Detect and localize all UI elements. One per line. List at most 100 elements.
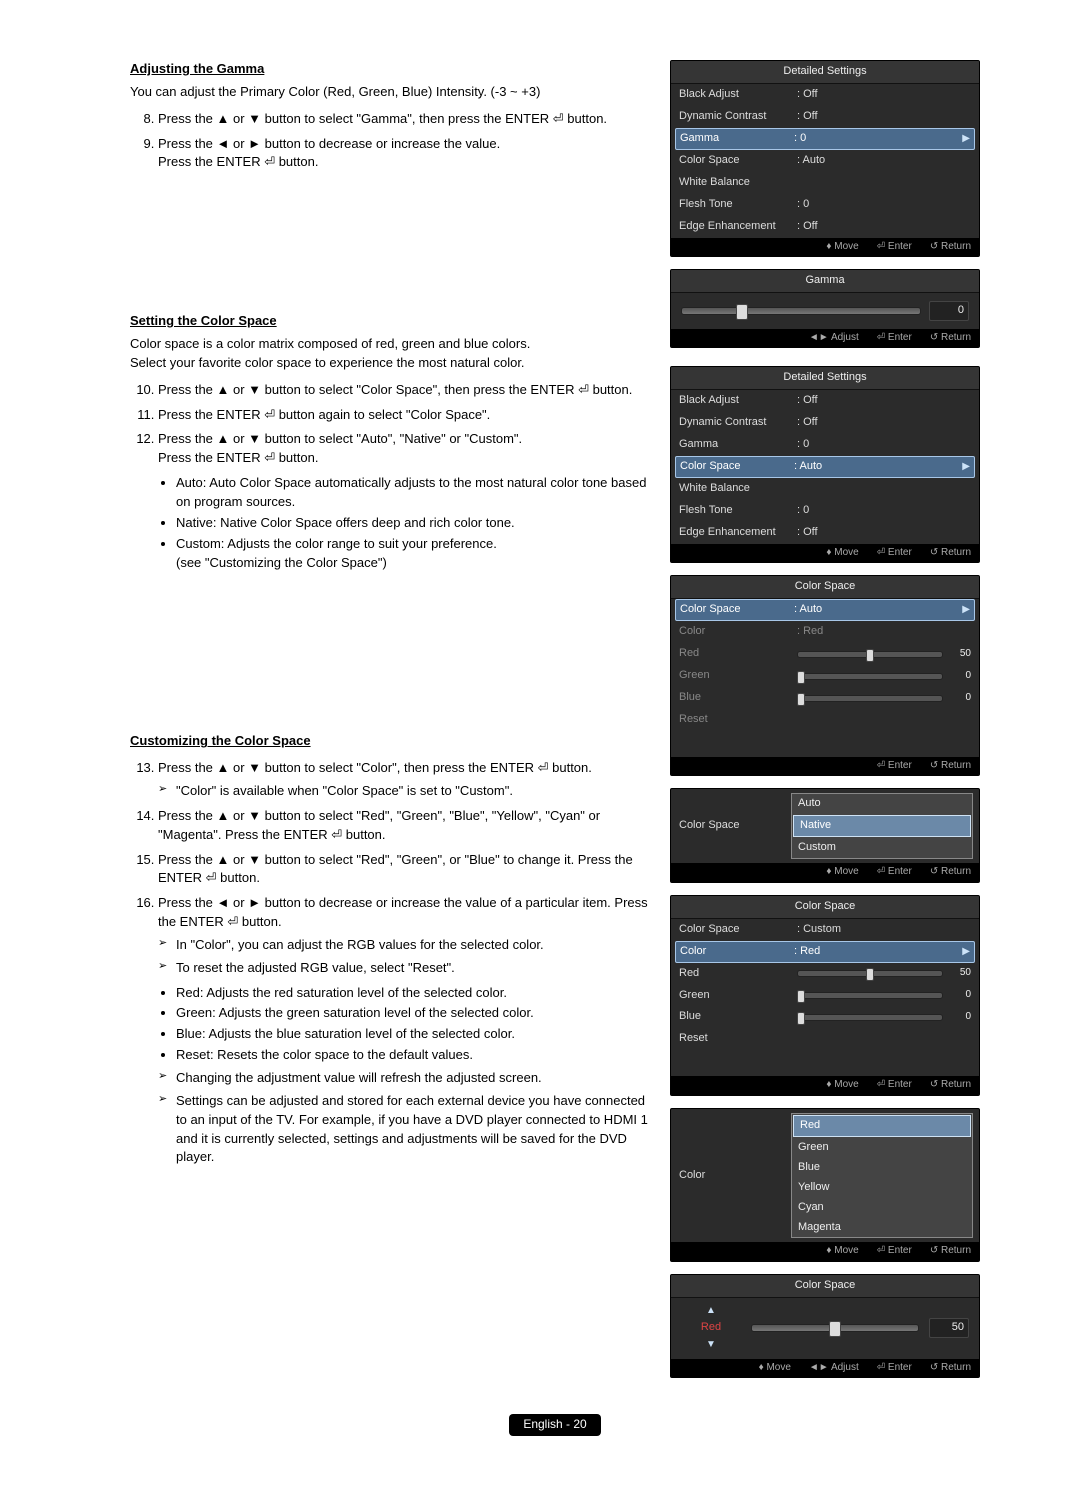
- red-slider: [797, 651, 943, 658]
- chevron-down-icon[interactable]: ▼: [706, 1338, 716, 1353]
- bullet-reset: Reset: Resets the color space to the def…: [176, 1047, 473, 1062]
- row-color[interactable]: Color : Red ▶: [675, 941, 975, 963]
- move-hint: Move: [826, 865, 858, 880]
- section-2-title: Setting the Color Space: [130, 312, 652, 331]
- return-hint: Return: [930, 546, 971, 561]
- enter-hint: Enter: [877, 865, 912, 880]
- osd-colorspace-dropdown: Color Space Auto Native Custom Move Ente…: [670, 788, 980, 882]
- chevron-right-icon: ▶: [962, 460, 970, 475]
- section-3-title: Customizing the Color Space: [130, 732, 652, 751]
- chevron-up-icon[interactable]: ▲: [706, 1304, 716, 1319]
- section-2-d1: Color space is a color matrix composed o…: [130, 335, 652, 354]
- return-hint: Return: [930, 759, 971, 774]
- move-hint: Move: [826, 546, 858, 561]
- red-slider[interactable]: [751, 1324, 919, 1332]
- bullet-custom2: (see "Customizing the Color Space"): [176, 555, 387, 570]
- section-1-steps: Press the ▲ or ▼ button to select "Gamma…: [130, 110, 652, 173]
- step-9a: Press the ◄ or ► button to decrease or i…: [158, 136, 500, 151]
- osd-title: Color Space: [671, 576, 979, 599]
- return-hint: Return: [930, 1078, 971, 1093]
- step-9b: Press the ENTER ⏎ button.: [158, 154, 318, 169]
- note-13: "Color" is available when "Color Space" …: [176, 782, 652, 801]
- bullet-auto: Auto: Auto Color Space automatically adj…: [176, 475, 646, 509]
- osd-title: Color Space: [671, 896, 979, 919]
- enter-hint: Enter: [877, 546, 912, 561]
- opt-blue[interactable]: Blue: [792, 1158, 972, 1178]
- gamma-slider[interactable]: [681, 307, 921, 315]
- return-hint: Return: [930, 1361, 971, 1376]
- bullet-green: Green: Adjusts the green saturation leve…: [176, 1005, 534, 1020]
- step-8: Press the ▲ or ▼ button to select "Gamma…: [158, 111, 607, 126]
- enter-hint: Enter: [877, 1361, 912, 1376]
- osd-title: Detailed Settings: [671, 367, 979, 390]
- blue-slider: [797, 695, 943, 702]
- osd-gamma-slider: Gamma 0 Adjust Enter Return: [670, 269, 980, 348]
- row-colorspace[interactable]: Color Space : Auto ▶: [675, 599, 975, 621]
- return-hint: Return: [930, 1244, 971, 1259]
- note-16a: In "Color", you can adjust the RGB value…: [176, 936, 652, 955]
- adjust-hint: Adjust: [809, 331, 859, 346]
- adjust-hint: Adjust: [809, 1361, 859, 1376]
- green-slider[interactable]: [797, 992, 943, 999]
- dropdown-list[interactable]: Red Green Blue Yellow Cyan Magenta: [791, 1113, 973, 1239]
- step-10: Press the ▲ or ▼ button to select "Color…: [158, 382, 632, 397]
- gamma-value: 0: [929, 301, 969, 321]
- move-hint: Move: [826, 1244, 858, 1259]
- note-d: Settings can be adjusted and stored for …: [176, 1092, 652, 1167]
- step-16: Press the ◄ or ► button to decrease or i…: [158, 895, 648, 929]
- bullet-red: Red: Adjusts the red saturation level of…: [176, 985, 507, 1000]
- return-hint: Return: [930, 240, 971, 255]
- section-3-steps: Press the ▲ or ▼ button to select "Color…: [130, 759, 652, 1167]
- step-15: Press the ▲ or ▼ button to select "Red",…: [158, 852, 633, 886]
- dropdown-label: Color Space: [671, 789, 791, 863]
- page-number: English - 20: [509, 1414, 600, 1435]
- step-12b: Press the ENTER ⏎ button.: [158, 450, 318, 465]
- opt-yellow[interactable]: Yellow: [792, 1178, 972, 1198]
- blue-slider[interactable]: [797, 1014, 943, 1021]
- chevron-right-icon: ▶: [962, 944, 970, 959]
- slider-thumb[interactable]: [829, 1321, 841, 1337]
- bullet-custom1: Custom: Adjusts the color range to suit …: [176, 536, 497, 551]
- osd-title: Detailed Settings: [671, 61, 979, 84]
- enter-hint: Enter: [877, 1078, 912, 1093]
- move-hint: Move: [826, 1078, 858, 1093]
- page-footer: English - 20: [130, 1414, 980, 1435]
- dropdown-label: Color: [671, 1109, 791, 1243]
- move-hint: Move: [826, 240, 858, 255]
- step-11: Press the ENTER ⏎ button again to select…: [158, 407, 490, 422]
- red-value: 50: [929, 1318, 969, 1338]
- row-gamma[interactable]: Gamma : 0 ▶: [675, 128, 975, 150]
- section-1-desc: You can adjust the Primary Color (Red, G…: [130, 83, 652, 102]
- bullet-native: Native: Native Color Space offers deep a…: [176, 515, 515, 530]
- opt-auto[interactable]: Auto: [792, 794, 972, 814]
- enter-hint: Enter: [877, 331, 912, 346]
- osd-color-dropdown: Color Red Green Blue Yellow Cyan Magenta…: [670, 1108, 980, 1262]
- move-hint: Move: [759, 1361, 791, 1376]
- opt-magenta[interactable]: Magenta: [792, 1218, 972, 1238]
- color-name: Red: [701, 1318, 721, 1338]
- enter-hint: Enter: [877, 1244, 912, 1259]
- slider-thumb[interactable]: [736, 304, 748, 320]
- step-14: Press the ▲ or ▼ button to select "Red",…: [158, 808, 600, 842]
- osd-detailed-settings-colorspace: Detailed Settings Black Adjust: Off Dyna…: [670, 366, 980, 563]
- osd-colorspace-auto: Color Space Color Space : Auto ▶ Color: …: [670, 575, 980, 776]
- note-c: Changing the adjustment value will refre…: [176, 1069, 652, 1088]
- osd-title: Gamma: [671, 270, 979, 293]
- dropdown-list[interactable]: Auto Native Custom: [791, 793, 973, 859]
- opt-cyan[interactable]: Cyan: [792, 1198, 972, 1218]
- enter-hint: Enter: [877, 240, 912, 255]
- return-hint: Return: [930, 865, 971, 880]
- opt-native[interactable]: Native: [793, 815, 971, 837]
- green-slider: [797, 673, 943, 680]
- section-2-d2: Select your favorite color space to expe…: [130, 354, 652, 373]
- bullet-blue: Blue: Adjusts the blue saturation level …: [176, 1026, 515, 1041]
- opt-red[interactable]: Red: [793, 1115, 971, 1137]
- opt-green[interactable]: Green: [792, 1138, 972, 1158]
- chevron-right-icon: ▶: [962, 132, 970, 147]
- osd-red-slider: Color Space ▲ Red ▼ 50 Move Adjust Enter…: [670, 1274, 980, 1378]
- section-2-steps: Press the ▲ or ▼ button to select "Color…: [130, 381, 652, 573]
- red-slider[interactable]: [797, 970, 943, 977]
- row-colorspace[interactable]: Color Space : Auto ▶: [675, 456, 975, 478]
- osd-detailed-settings-gamma: Detailed Settings Black Adjust: Off Dyna…: [670, 60, 980, 257]
- opt-custom[interactable]: Custom: [792, 838, 972, 858]
